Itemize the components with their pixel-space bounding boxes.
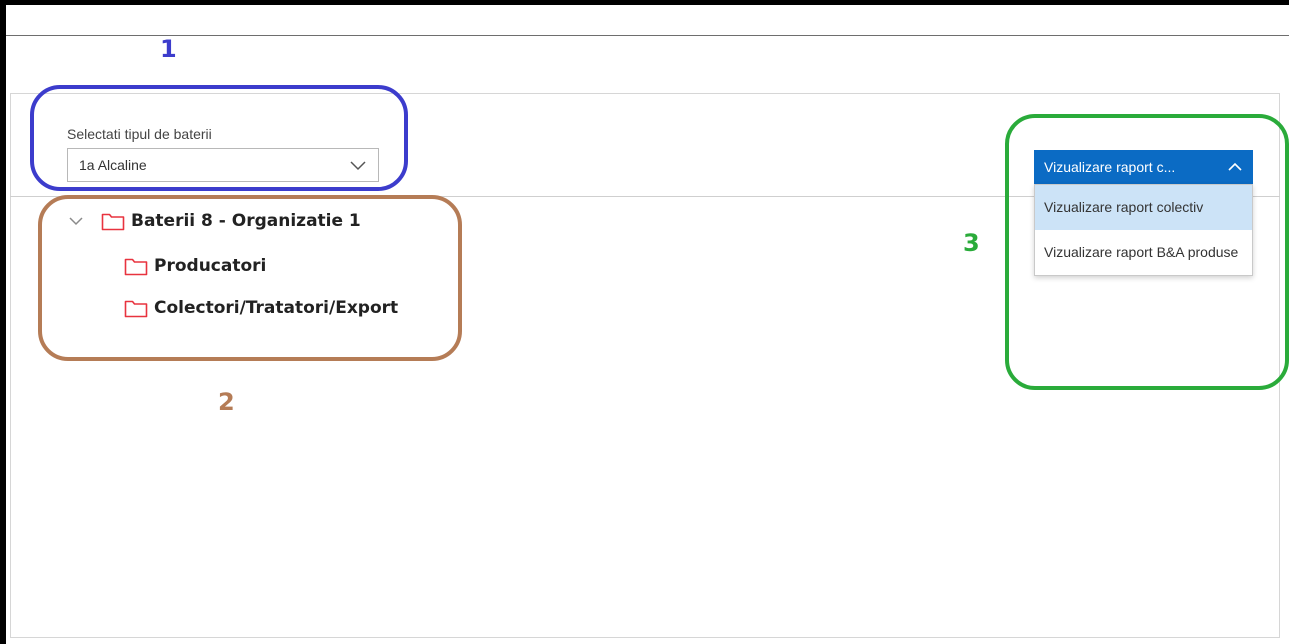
annotation-number-1: 1 — [160, 35, 177, 63]
annotation-outline-3 — [1005, 114, 1289, 390]
annotation-outline-1 — [30, 85, 408, 191]
annotation-number-3: 3 — [963, 229, 980, 257]
annotation-outline-2 — [38, 195, 462, 361]
annotation-number-2: 2 — [218, 388, 235, 416]
header-divider — [6, 35, 1289, 36]
